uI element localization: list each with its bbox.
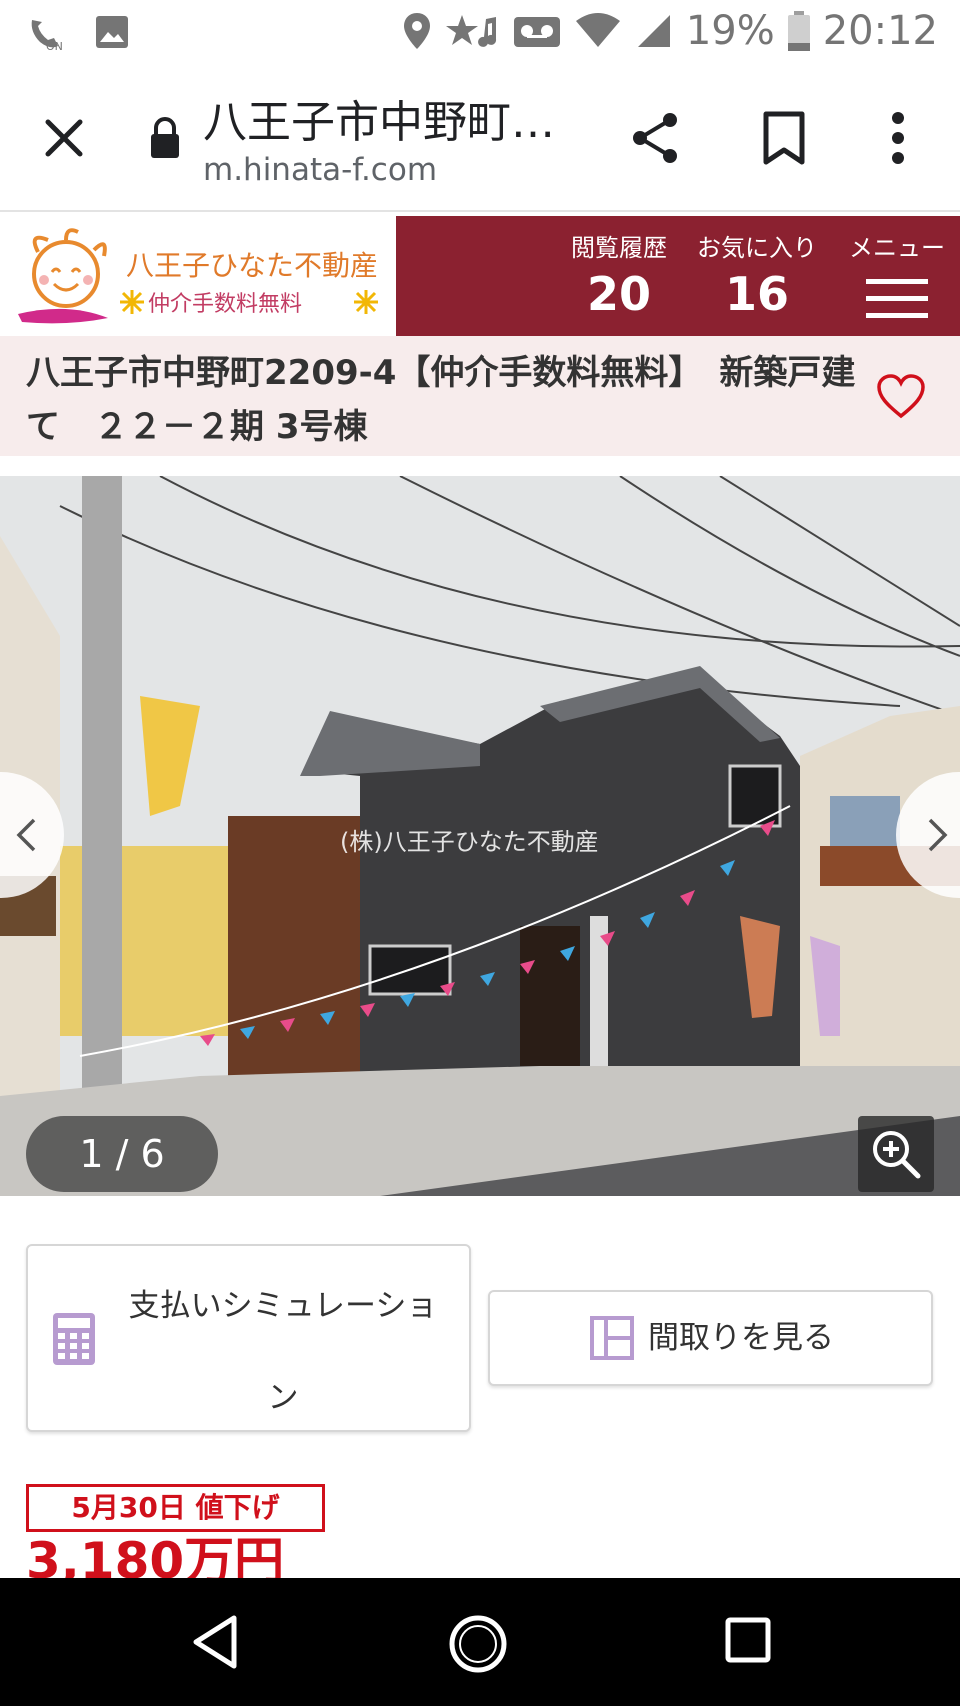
sun-mascot-icon <box>18 228 108 324</box>
zoom-button[interactable] <box>858 1116 934 1192</box>
svg-text:ON: ON <box>46 40 63 52</box>
wifi-icon <box>575 13 620 47</box>
photo-counter: 1 / 6 <box>26 1116 218 1192</box>
listing-title-band: 八王子市中野町2209-4【仲介手数料無料】 新築戸建て ２２－２期 3号棟 <box>0 336 960 456</box>
share-icon[interactable] <box>628 110 684 166</box>
property-photo-gallery[interactable]: (株)八王子ひなた不動産 1 / 6 <box>0 476 960 1196</box>
listing-title: 八王子市中野町2209-4【仲介手数料無料】 新築戸建て ２２－２期 3号棟 <box>26 353 856 447</box>
status-bar: ON 19% 20:12 <box>0 0 960 66</box>
star-music-icon <box>445 15 496 47</box>
chevron-right-icon <box>928 818 948 852</box>
history-count: 20 <box>586 267 651 321</box>
price-drop-badge: 5月30日 値下げ <box>26 1484 325 1532</box>
clock: 20:12 <box>822 8 938 54</box>
hamburger-icon <box>866 279 928 318</box>
sparkle-icon <box>120 290 144 314</box>
floor-plan-icon <box>590 1316 634 1360</box>
payment-simulation-label: 支払いシミュレーション <box>128 1288 438 1416</box>
history-label: 閲覧履歴 <box>571 234 667 262</box>
favorites-button[interactable]: お気に入り 16 <box>682 228 832 321</box>
floor-plan-label: 間取りを見る <box>648 1320 834 1356</box>
site-header: 八王子ひなた不動産 仲介手数料無料 閲覧履歴 20 お気に入り 16 メニュー <box>0 216 960 336</box>
favorite-heart-icon[interactable] <box>876 374 926 420</box>
favorites-label: お気に入り <box>697 234 817 262</box>
close-icon[interactable] <box>38 112 90 164</box>
battery-percent: 19% <box>685 8 775 54</box>
favorites-count: 16 <box>724 267 789 321</box>
voicemail-icon <box>513 17 560 47</box>
system-nav-bar <box>0 1578 960 1706</box>
logo-subtitle: 仲介手数料無料 <box>148 292 303 317</box>
more-options-icon[interactable] <box>888 110 908 166</box>
back-icon[interactable] <box>190 1614 240 1670</box>
page-title[interactable]: 八王子市中野町… <box>203 86 555 150</box>
bookmark-icon[interactable] <box>760 110 808 166</box>
menu-button[interactable]: メニュー <box>838 228 956 325</box>
price-amount: 3,180万円 <box>26 1532 285 1578</box>
location-icon <box>403 13 430 49</box>
sparkle-icon <box>354 290 378 314</box>
wifi-calling-icon: ON <box>31 20 63 52</box>
header-nav: 閲覧履歴 20 お気に入り 16 メニュー <box>396 216 960 336</box>
menu-label: メニュー <box>849 234 945 262</box>
site-logo[interactable]: 八王子ひなた不動産 仲介手数料無料 <box>0 216 396 336</box>
history-button[interactable]: 閲覧履歴 20 <box>554 228 684 321</box>
home-icon[interactable] <box>448 1614 508 1674</box>
logo-title: 八王子ひなた不動産 <box>126 249 379 282</box>
url-text[interactable]: m.hinata-f.com <box>203 152 437 188</box>
image-icon <box>96 16 128 48</box>
recent-apps-icon[interactable] <box>724 1616 772 1664</box>
payment-simulation-button[interactable]: 支払いシミュレーション <box>26 1244 471 1432</box>
zoom-in-icon <box>873 1131 921 1179</box>
floor-plan-button[interactable]: 間取りを見る <box>488 1290 933 1386</box>
photo-watermark: (株)八王子ひなた不動産 <box>340 828 599 856</box>
browser-toolbar: 八王子市中野町… m.hinata-f.com <box>0 66 960 212</box>
chevron-left-icon <box>16 818 36 852</box>
calculator-icon <box>53 1313 95 1365</box>
lock-icon <box>151 117 179 158</box>
battery-icon <box>787 11 810 51</box>
signal-icon <box>637 15 670 47</box>
